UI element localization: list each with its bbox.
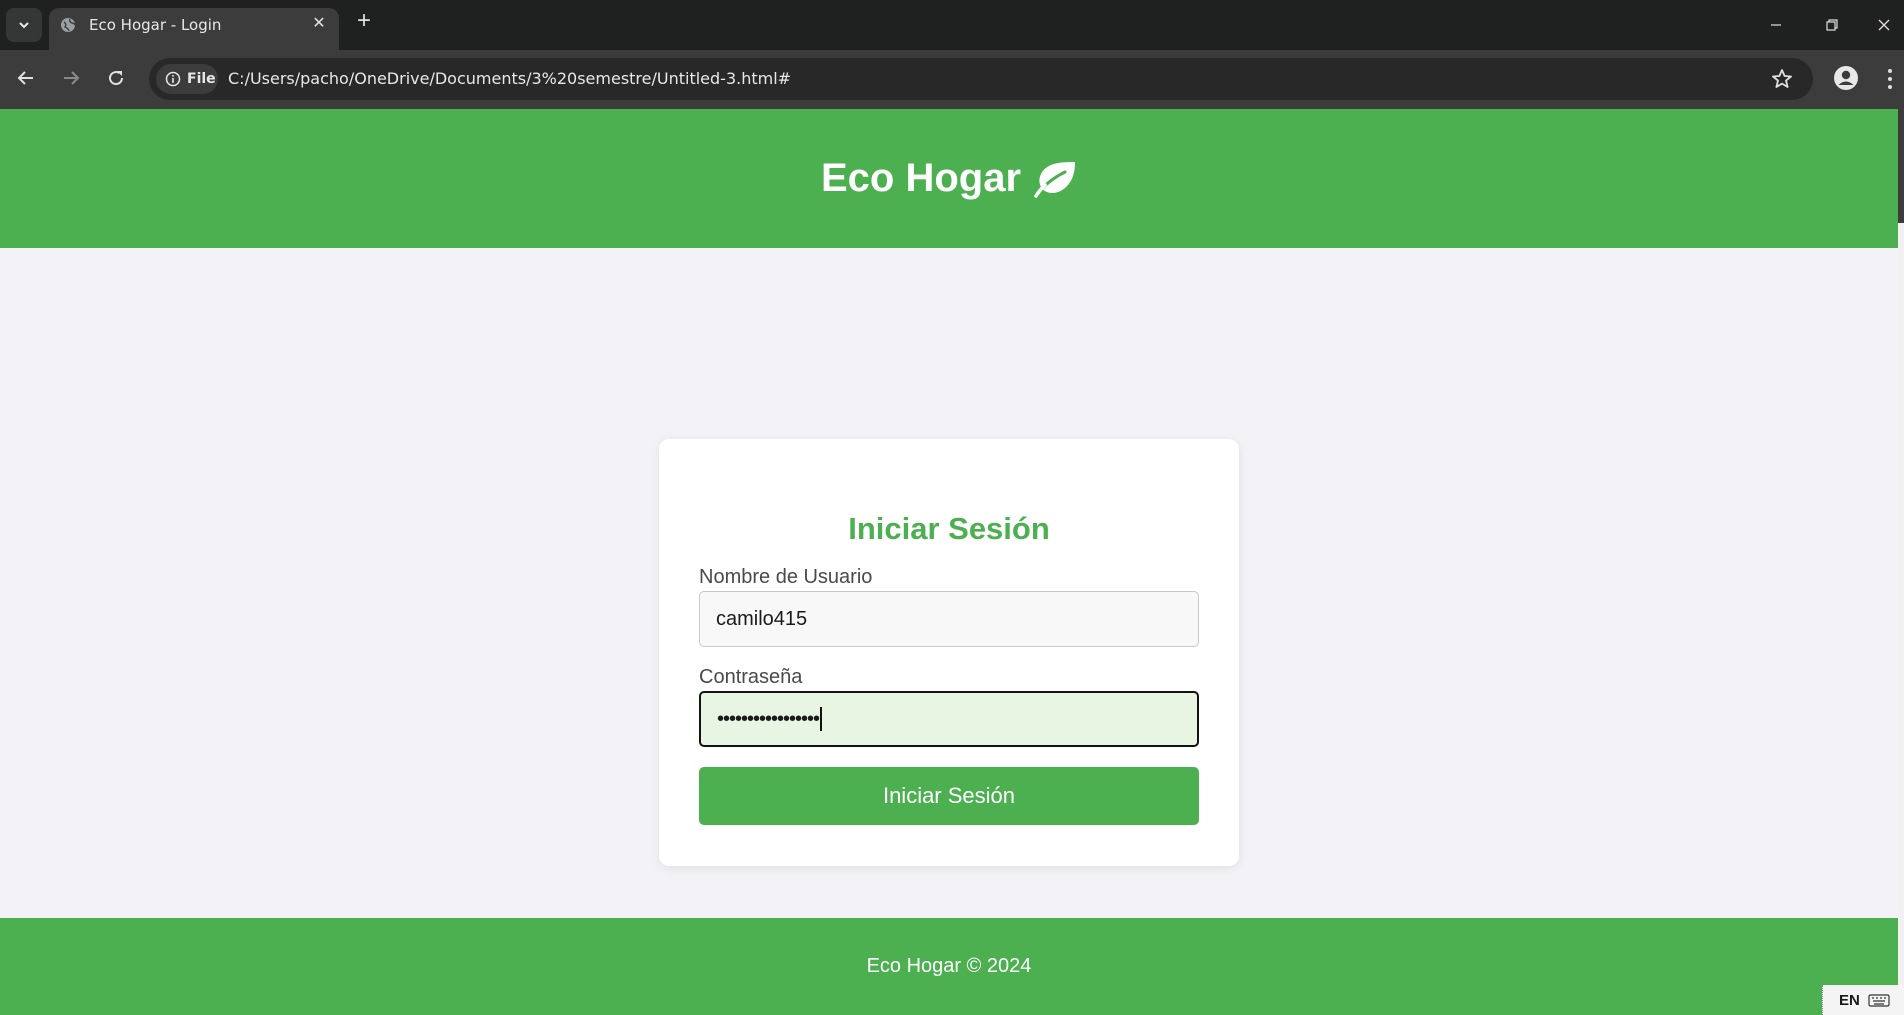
reload-button[interactable] [102,64,130,92]
site-footer: Eco Hogar © 2024 [0,918,1898,1015]
page-scrollbar[interactable] [1898,109,1904,1015]
menu-dot [1888,85,1892,89]
login-card: Iniciar Sesión Nombre de Usuario camilo4… [659,439,1239,866]
site-header: Eco Hogar [0,109,1898,248]
back-button[interactable] [12,64,40,92]
menu-dot [1888,77,1892,81]
login-title: Iniciar Sesión [848,511,1050,546]
username-input[interactable]: camilo415 [699,591,1199,647]
tab-active[interactable]: Eco Hogar - Login ✕ [49,8,339,50]
info-icon [165,71,181,87]
close-tab-icon[interactable]: ✕ [310,15,328,33]
footer-text: Eco Hogar © 2024 [866,955,1032,977]
menu-dot [1888,69,1892,73]
password-input[interactable]: ••••••••••••••••• [699,691,1199,747]
bookmark-star-icon[interactable] [1770,67,1794,91]
scrollbar-thumb[interactable] [1898,223,1904,1015]
tab-search-button[interactable] [6,8,42,42]
profile-button[interactable] [1831,63,1861,93]
file-chip-label: File [187,71,216,87]
username-label: Nombre de Usuario [699,566,873,588]
browser-toolbar: File C:/Users/pacho/OneDrive/Documents/3… [0,50,1904,109]
username-value: camilo415 [716,607,808,630]
system-tray: EN [1822,985,1904,1015]
input-language-indicator[interactable]: EN [1839,992,1860,1009]
restore-button[interactable] [1812,8,1852,42]
close-icon [1878,19,1890,31]
forward-button[interactable] [57,64,85,92]
profile-icon [1834,66,1858,90]
restore-icon [1826,19,1838,31]
arrow-left-icon [17,71,33,85]
leaf-icon [1034,161,1076,198]
tab-title: Eco Hogar - Login [89,16,222,34]
minimize-icon [1771,24,1781,26]
reload-icon [109,71,124,86]
url-text[interactable]: C:/Users/pacho/OneDrive/Documents/3%20se… [228,69,791,88]
new-tab-button[interactable]: + [352,9,376,34]
address-bar[interactable]: File C:/Users/pacho/OneDrive/Documents/3… [149,58,1813,100]
site-title: Eco Hogar [820,156,1022,200]
password-value: ••••••••••••••••• [717,707,820,730]
browser-tab-bar: Eco Hogar - Login ✕ + [0,0,1904,50]
login-submit-button[interactable]: Iniciar Sesión [699,767,1199,825]
minimize-button[interactable] [1756,8,1796,42]
text-caret [820,707,823,731]
close-window-button[interactable] [1864,8,1904,42]
browser-menu-button[interactable] [1880,66,1900,92]
password-label: Contraseña [699,666,803,688]
arrow-right-icon [64,71,80,85]
globe-icon [61,18,76,32]
page-content: Eco Hogar Iniciar Sesión Nombre de Usuar… [0,109,1898,1015]
site-info-chip[interactable]: File [156,64,218,94]
keyboard-icon[interactable] [1868,992,1890,1008]
chevron-down-icon [19,22,29,29]
